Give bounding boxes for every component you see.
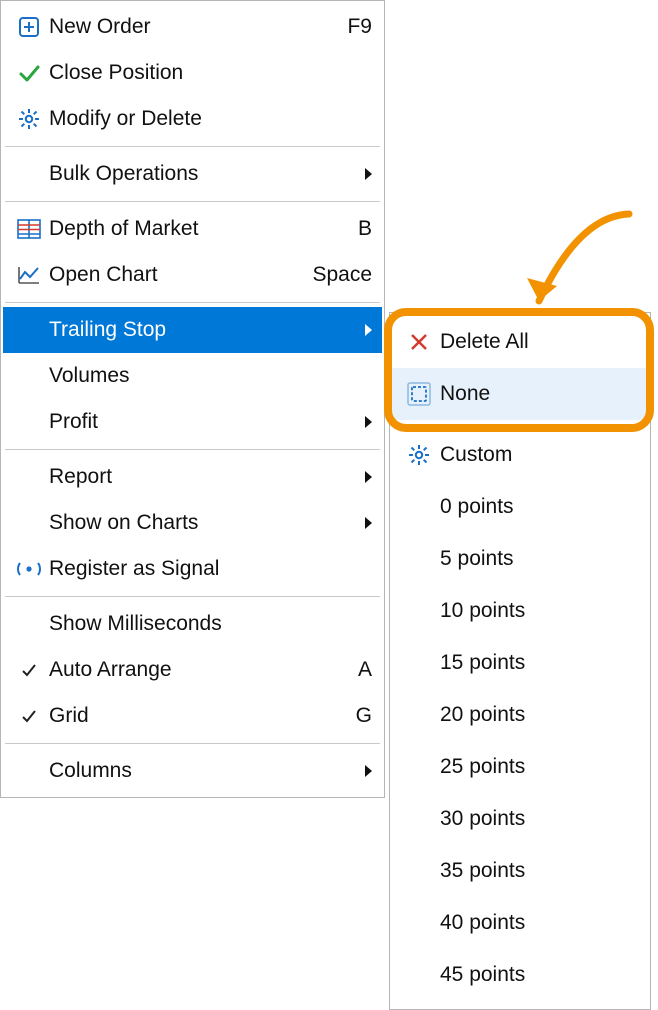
menu-item-show-milliseconds[interactable]: Show Milliseconds [3, 601, 382, 647]
submenu-arrow-icon [365, 324, 372, 336]
menu-item-register-signal[interactable]: Register as Signal [3, 546, 382, 592]
submenu-label: Custom [440, 443, 638, 467]
menu-label: Close Position [49, 61, 372, 85]
callout-arrow-icon [469, 206, 639, 326]
submenu-item-points[interactable]: 35 points [392, 845, 648, 897]
submenu-label: 10 points [440, 599, 638, 623]
signal-icon [9, 560, 49, 578]
submenu-label: 25 points [440, 755, 638, 779]
menu-label: Depth of Market [49, 217, 348, 241]
submenu-label: 20 points [440, 703, 638, 727]
submenu-item-delete-all[interactable]: Delete All [392, 316, 648, 368]
menu-label: Columns [49, 759, 355, 783]
menu-label: Auto Arrange [49, 658, 348, 682]
submenu-label: 35 points [440, 859, 638, 883]
menu-item-profit[interactable]: Profit [3, 399, 382, 445]
submenu-arrow-icon [365, 517, 372, 529]
submenu-item-points[interactable]: 25 points [392, 741, 648, 793]
menu-separator [5, 743, 380, 744]
submenu-item-points[interactable]: 40 points [392, 897, 648, 949]
menu-separator [5, 146, 380, 147]
submenu-label: None [440, 382, 638, 406]
menu-item-open-chart[interactable]: Open Chart Space [3, 252, 382, 298]
menu-label: Report [49, 465, 355, 489]
submenu-item-none[interactable]: None [392, 368, 648, 420]
menu-item-depth-of-market[interactable]: Depth of Market B [3, 206, 382, 252]
menu-separator [5, 449, 380, 450]
chart-icon [9, 265, 49, 285]
submenu-item-points[interactable]: 15 points [392, 637, 648, 689]
submenu-item-points[interactable]: 5 points [392, 533, 648, 585]
menu-item-close-position[interactable]: Close Position [3, 50, 382, 96]
menu-label: Show Milliseconds [49, 612, 372, 636]
submenu-arrow-icon [365, 765, 372, 777]
submenu-item-points[interactable]: 0 points [392, 481, 648, 533]
close-icon [398, 331, 440, 353]
menu-item-show-on-charts[interactable]: Show on Charts [3, 500, 382, 546]
menu-separator [5, 596, 380, 597]
menu-label: Open Chart [49, 263, 302, 287]
menu-label: Show on Charts [49, 511, 355, 535]
menu-label: Volumes [49, 364, 372, 388]
menu-item-trailing-stop[interactable]: Trailing Stop [3, 307, 382, 353]
submenu-label: 15 points [440, 651, 638, 675]
menu-shortcut: B [358, 217, 372, 241]
menu-item-new-order[interactable]: New Order F9 [3, 4, 382, 50]
menu-shortcut: A [358, 658, 372, 682]
submenu-item-points[interactable]: 45 points [392, 949, 648, 1001]
submenu-item-points[interactable]: 10 points [392, 585, 648, 637]
menu-shortcut: Space [312, 263, 372, 287]
menu-item-report[interactable]: Report [3, 454, 382, 500]
menu-item-bulk-operations[interactable]: Bulk Operations [3, 151, 382, 197]
gear-icon [398, 443, 440, 467]
submenu-item-custom[interactable]: Custom [392, 429, 648, 481]
menu-item-volumes[interactable]: Volumes [3, 353, 382, 399]
submenu-arrow-icon [365, 416, 372, 428]
depth-icon [9, 219, 49, 239]
menu-label: Trailing Stop [49, 318, 355, 342]
submenu-item-points[interactable]: 20 points [392, 689, 648, 741]
menu-label: New Order [49, 15, 337, 39]
submenu-label: Delete All [440, 330, 638, 354]
menu-label: Modify or Delete [49, 107, 372, 131]
menu-label: Register as Signal [49, 557, 372, 581]
menu-item-modify-delete[interactable]: Modify or Delete [3, 96, 382, 142]
submenu-arrow-icon [365, 471, 372, 483]
menu-shortcut: G [356, 704, 372, 728]
new-order-icon [9, 15, 49, 39]
check-icon [9, 61, 49, 85]
menu-item-grid[interactable]: Grid G [3, 693, 382, 739]
checkmark-icon [9, 661, 49, 679]
submenu-item-points[interactable]: 30 points [392, 793, 648, 845]
menu-separator [5, 201, 380, 202]
checkmark-icon [9, 707, 49, 725]
menu-label: Bulk Operations [49, 162, 355, 186]
submenu-label: 0 points [440, 495, 638, 519]
menu-label: Grid [49, 704, 346, 728]
menu-label: Profit [49, 410, 355, 434]
menu-item-auto-arrange[interactable]: Auto Arrange A [3, 647, 382, 693]
submenu-label: 45 points [440, 963, 638, 987]
submenu-label: 5 points [440, 547, 638, 571]
submenu-label: 40 points [440, 911, 638, 935]
context-menu: New Order F9 Close Position [0, 0, 385, 798]
menu-separator [394, 424, 646, 425]
none-icon [398, 381, 440, 407]
menu-shortcut: F9 [347, 15, 372, 39]
menu-item-columns[interactable]: Columns [3, 748, 382, 794]
submenu-label: 30 points [440, 807, 638, 831]
gear-icon [9, 107, 49, 131]
submenu-arrow-icon [365, 168, 372, 180]
menu-separator [5, 302, 380, 303]
trailing-stop-submenu: Delete All None [389, 312, 651, 1010]
